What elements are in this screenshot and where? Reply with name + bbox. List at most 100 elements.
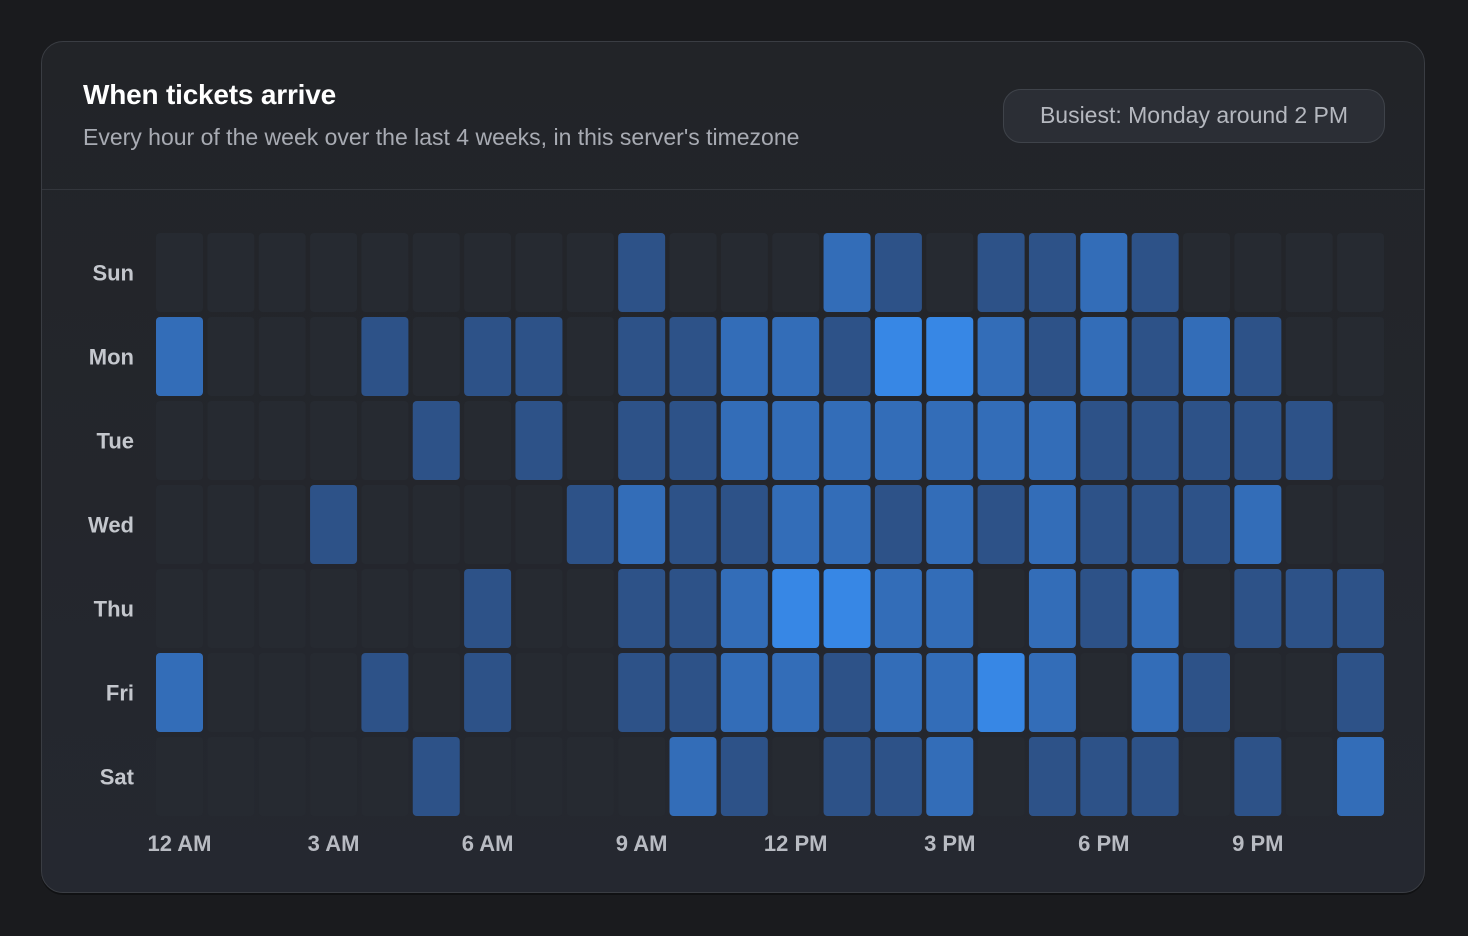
heatmap-cell-thu-10[interactable] bbox=[669, 569, 717, 648]
heatmap-cell-thu-5[interactable] bbox=[412, 569, 460, 648]
heatmap-cell-fri-11[interactable] bbox=[720, 653, 768, 732]
heatmap-cell-mon-21[interactable] bbox=[1234, 317, 1282, 396]
heatmap-cell-fri-17[interactable] bbox=[1028, 653, 1076, 732]
heatmap-cell-sun-12[interactable] bbox=[772, 233, 820, 312]
heatmap-cell-mon-0[interactable] bbox=[156, 317, 203, 396]
heatmap-cell-tue-8[interactable] bbox=[566, 401, 614, 480]
heatmap-cell-sun-7[interactable] bbox=[515, 233, 563, 312]
heatmap-cell-thu-0[interactable] bbox=[156, 569, 203, 648]
heatmap-cell-wed-4[interactable] bbox=[361, 485, 409, 564]
heatmap-cell-sat-22[interactable] bbox=[1285, 737, 1333, 816]
heatmap-cell-sat-10[interactable] bbox=[669, 737, 717, 816]
heatmap-cell-fri-2[interactable] bbox=[258, 653, 306, 732]
heatmap-cell-sat-7[interactable] bbox=[515, 737, 563, 816]
heatmap-cell-mon-17[interactable] bbox=[1028, 317, 1076, 396]
heatmap-cell-mon-5[interactable] bbox=[412, 317, 460, 396]
heatmap-cell-sun-0[interactable] bbox=[156, 233, 203, 312]
heatmap-cell-tue-17[interactable] bbox=[1028, 401, 1076, 480]
heatmap-cell-tue-0[interactable] bbox=[156, 401, 203, 480]
heatmap-cell-tue-18[interactable] bbox=[1080, 401, 1128, 480]
heatmap-cell-mon-16[interactable] bbox=[977, 317, 1025, 396]
heatmap-cell-wed-22[interactable] bbox=[1285, 485, 1333, 564]
heatmap-cell-mon-3[interactable] bbox=[310, 317, 358, 396]
heatmap-cell-wed-14[interactable] bbox=[874, 485, 922, 564]
heatmap-cell-tue-11[interactable] bbox=[720, 401, 768, 480]
heatmap-cell-tue-21[interactable] bbox=[1234, 401, 1282, 480]
heatmap-cell-sat-21[interactable] bbox=[1234, 737, 1282, 816]
heatmap-cell-thu-8[interactable] bbox=[566, 569, 614, 648]
heatmap-cell-sat-3[interactable] bbox=[310, 737, 358, 816]
heatmap-cell-wed-17[interactable] bbox=[1028, 485, 1076, 564]
heatmap-cell-sat-9[interactable] bbox=[618, 737, 666, 816]
heatmap-cell-thu-7[interactable] bbox=[515, 569, 563, 648]
heatmap-cell-tue-12[interactable] bbox=[772, 401, 820, 480]
heatmap-cell-sat-4[interactable] bbox=[361, 737, 409, 816]
heatmap-cell-fri-8[interactable] bbox=[566, 653, 614, 732]
heatmap-cell-mon-13[interactable] bbox=[823, 317, 871, 396]
heatmap-cell-sun-13[interactable] bbox=[823, 233, 871, 312]
heatmap-cell-wed-23[interactable] bbox=[1337, 485, 1385, 564]
heatmap-cell-fri-20[interactable] bbox=[1183, 653, 1230, 732]
heatmap-cell-wed-7[interactable] bbox=[515, 485, 563, 564]
heatmap-cell-tue-6[interactable] bbox=[464, 401, 512, 480]
heatmap-cell-sat-0[interactable] bbox=[156, 737, 203, 816]
heatmap-cell-thu-16[interactable] bbox=[977, 569, 1025, 648]
heatmap-cell-fri-18[interactable] bbox=[1080, 653, 1128, 732]
heatmap-cell-wed-3[interactable] bbox=[310, 485, 358, 564]
heatmap-cell-mon-11[interactable] bbox=[720, 317, 768, 396]
heatmap-cell-sat-17[interactable] bbox=[1028, 737, 1076, 816]
heatmap-cell-sat-8[interactable] bbox=[566, 737, 614, 816]
heatmap-cell-fri-4[interactable] bbox=[361, 653, 409, 732]
heatmap-cell-fri-12[interactable] bbox=[772, 653, 820, 732]
heatmap-cell-wed-18[interactable] bbox=[1080, 485, 1128, 564]
heatmap-cell-wed-15[interactable] bbox=[926, 485, 974, 564]
heatmap-cell-fri-13[interactable] bbox=[823, 653, 871, 732]
heatmap-cell-sat-18[interactable] bbox=[1080, 737, 1128, 816]
heatmap-cell-sun-10[interactable] bbox=[669, 233, 717, 312]
heatmap-cell-wed-2[interactable] bbox=[258, 485, 306, 564]
heatmap-cell-sun-8[interactable] bbox=[566, 233, 614, 312]
heatmap-cell-thu-9[interactable] bbox=[618, 569, 666, 648]
heatmap-cell-fri-19[interactable] bbox=[1131, 653, 1179, 732]
heatmap-cell-tue-7[interactable] bbox=[515, 401, 563, 480]
heatmap-cell-thu-2[interactable] bbox=[258, 569, 306, 648]
heatmap-cell-wed-6[interactable] bbox=[464, 485, 512, 564]
heatmap-cell-fri-6[interactable] bbox=[464, 653, 512, 732]
heatmap-cell-sat-13[interactable] bbox=[823, 737, 871, 816]
heatmap-cell-mon-1[interactable] bbox=[207, 317, 255, 396]
heatmap-cell-mon-6[interactable] bbox=[464, 317, 512, 396]
heatmap-cell-mon-12[interactable] bbox=[772, 317, 820, 396]
heatmap-cell-wed-0[interactable] bbox=[156, 485, 203, 564]
heatmap-cell-fri-23[interactable] bbox=[1337, 653, 1385, 732]
heatmap-cell-tue-22[interactable] bbox=[1285, 401, 1333, 480]
heatmap-cell-sun-4[interactable] bbox=[361, 233, 409, 312]
heatmap-cell-sun-18[interactable] bbox=[1080, 233, 1128, 312]
heatmap-cell-wed-19[interactable] bbox=[1131, 485, 1179, 564]
heatmap-cell-sat-20[interactable] bbox=[1183, 737, 1230, 816]
heatmap-cell-tue-14[interactable] bbox=[874, 401, 922, 480]
heatmap-cell-tue-20[interactable] bbox=[1183, 401, 1230, 480]
heatmap-cell-sun-22[interactable] bbox=[1285, 233, 1333, 312]
heatmap-cell-tue-5[interactable] bbox=[412, 401, 460, 480]
heatmap-cell-sun-20[interactable] bbox=[1183, 233, 1230, 312]
heatmap-cell-mon-9[interactable] bbox=[618, 317, 666, 396]
heatmap-cell-mon-8[interactable] bbox=[566, 317, 614, 396]
heatmap-cell-wed-12[interactable] bbox=[772, 485, 820, 564]
heatmap-cell-sun-5[interactable] bbox=[412, 233, 460, 312]
heatmap-cell-sat-14[interactable] bbox=[874, 737, 922, 816]
heatmap-cell-mon-4[interactable] bbox=[361, 317, 409, 396]
heatmap-cell-wed-8[interactable] bbox=[566, 485, 614, 564]
heatmap-cell-thu-19[interactable] bbox=[1131, 569, 1179, 648]
heatmap-cell-sun-9[interactable] bbox=[618, 233, 666, 312]
heatmap-cell-tue-15[interactable] bbox=[926, 401, 974, 480]
heatmap-cell-thu-20[interactable] bbox=[1183, 569, 1230, 648]
heatmap-cell-fri-16[interactable] bbox=[977, 653, 1025, 732]
heatmap-cell-tue-16[interactable] bbox=[977, 401, 1025, 480]
heatmap-cell-tue-19[interactable] bbox=[1131, 401, 1179, 480]
heatmap-cell-thu-6[interactable] bbox=[464, 569, 512, 648]
heatmap-cell-thu-11[interactable] bbox=[720, 569, 768, 648]
heatmap-cell-sun-2[interactable] bbox=[258, 233, 306, 312]
heatmap-cell-sat-23[interactable] bbox=[1337, 737, 1385, 816]
heatmap-cell-thu-23[interactable] bbox=[1337, 569, 1385, 648]
heatmap-cell-fri-10[interactable] bbox=[669, 653, 717, 732]
